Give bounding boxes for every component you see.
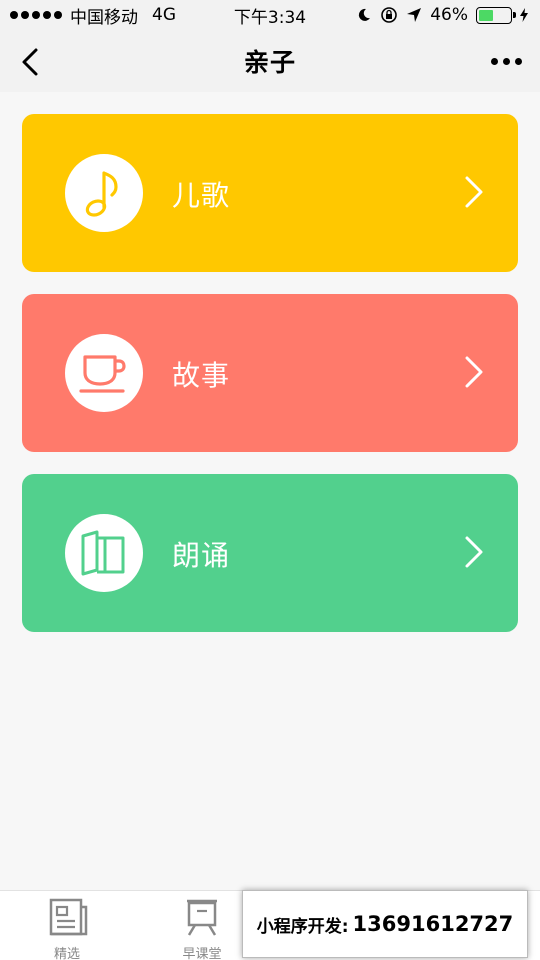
- card-label: 故事: [172, 359, 231, 392]
- card-icon-circle: [65, 514, 143, 592]
- promo-banner: 小程序开发: 13691612727: [242, 890, 528, 958]
- signal-strength-icon: [10, 11, 62, 19]
- card-label: 朗诵: [172, 539, 231, 572]
- navigation-bar: 亲子: [0, 30, 540, 92]
- back-arrow-icon: [22, 48, 38, 76]
- category-card-recitation[interactable]: 朗诵: [22, 474, 518, 632]
- category-card-children-songs[interactable]: 儿歌: [22, 114, 518, 272]
- more-options-button[interactable]: [486, 46, 526, 76]
- cup-icon: [79, 355, 126, 393]
- tab-label: 精选: [53, 947, 80, 960]
- back-button[interactable]: [10, 42, 50, 82]
- card-icon-circle: [65, 154, 143, 232]
- promo-label: 小程序开发:: [256, 916, 349, 937]
- easel-icon: [187, 899, 217, 936]
- tab-morning-class[interactable]: 早课堂: [172, 897, 232, 960]
- rotation-lock-icon: [381, 7, 398, 23]
- moon-icon: [359, 8, 371, 21]
- music-note-icon: [85, 171, 118, 217]
- carrier-name: 中国移动: [70, 7, 138, 28]
- battery-icon: [476, 6, 516, 24]
- charging-icon: [520, 8, 528, 22]
- status-time: 下午3:34: [233, 7, 307, 28]
- tab-label: 早课堂: [182, 947, 222, 960]
- book-icon: [81, 530, 125, 576]
- page-title: 亲子: [243, 48, 296, 77]
- status-bar: 中国移动 4G 下午3:34 46%: [0, 0, 540, 30]
- promo-phone-number: 13691612727: [352, 912, 514, 936]
- battery-percent: 46%: [430, 5, 468, 25]
- newspaper-icon: [49, 898, 88, 936]
- card-label: 儿歌: [172, 179, 231, 212]
- status-right: 46%: [356, 5, 528, 25]
- status-left: 中国移动 4G: [10, 3, 176, 28]
- network-type: 4G: [152, 5, 176, 25]
- category-card-stories[interactable]: 故事: [22, 294, 518, 452]
- chevron-right-icon: [465, 176, 483, 208]
- chevron-right-icon: [465, 536, 483, 568]
- card-icon-circle: [65, 334, 143, 412]
- tab-featured[interactable]: 精选: [37, 897, 97, 960]
- category-list: 儿歌 故事 朗诵: [22, 114, 518, 654]
- chevron-right-icon: [465, 356, 483, 388]
- location-arrow-icon: [407, 8, 422, 22]
